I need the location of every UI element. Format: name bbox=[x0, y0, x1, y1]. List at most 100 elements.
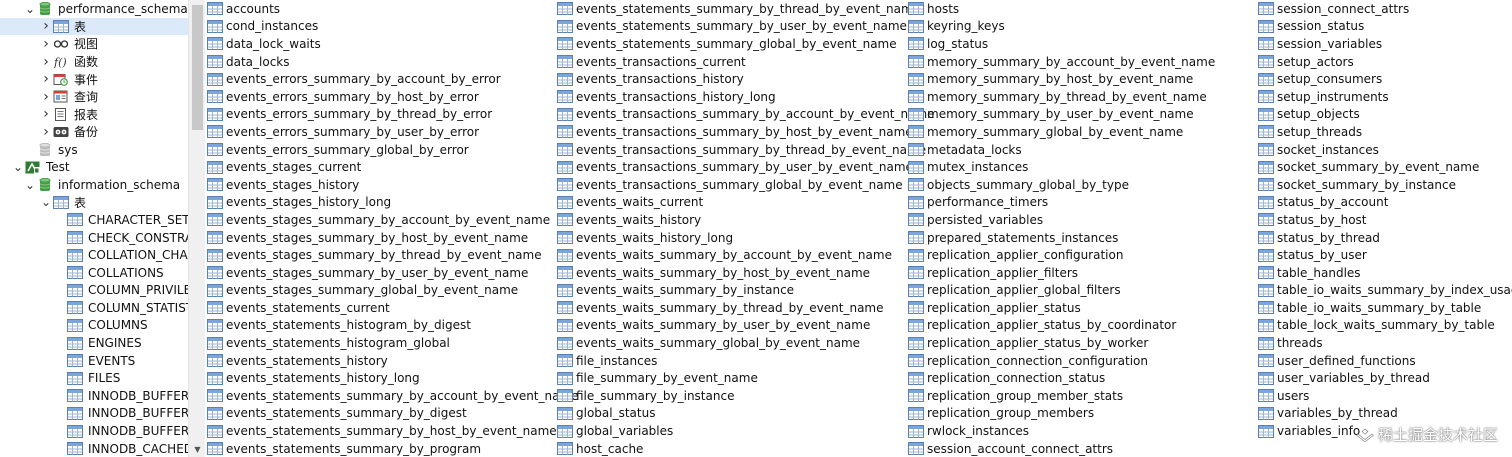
navigator-row-16[interactable]: COLUMN_PRIVILE bbox=[0, 282, 188, 300]
chevron-right-icon[interactable]: › bbox=[40, 89, 52, 105]
table-item[interactable]: memory_summary_by_thread_by_event_name bbox=[908, 88, 1215, 106]
navigator-row-20[interactable]: EVENTS bbox=[0, 352, 188, 370]
table-item[interactable]: events_waits_summary_by_instance bbox=[557, 282, 935, 300]
navigator-row-21[interactable]: FILES bbox=[0, 369, 188, 387]
table-item[interactable]: file_summary_by_instance bbox=[557, 387, 935, 405]
table-item[interactable]: log_status bbox=[908, 35, 1215, 53]
navigator-row-7[interactable]: › 备份 bbox=[0, 123, 188, 141]
table-item[interactable]: session_account_connect_attrs bbox=[908, 440, 1215, 457]
table-item[interactable]: events_statements_summary_by_thread_by_e… bbox=[557, 0, 935, 18]
table-item[interactable]: keyring_keys bbox=[908, 18, 1215, 36]
table-item[interactable]: replication_applier_filters bbox=[908, 264, 1215, 282]
table-item[interactable]: events_stages_summary_global_by_event_na… bbox=[207, 282, 579, 300]
navigator-row-8[interactable]: sys bbox=[0, 141, 188, 159]
navigator-row-13[interactable]: CHECK_CONSTRA bbox=[0, 229, 188, 247]
table-item[interactable]: table_io_waits_summary_by_index_usage bbox=[1258, 282, 1512, 300]
table-item[interactable]: file_summary_by_event_name bbox=[557, 369, 935, 387]
table-item[interactable]: events_waits_summary_by_user_by_event_na… bbox=[557, 317, 935, 335]
navigator-scrollbar[interactable]: ▼ bbox=[188, 0, 205, 457]
table-item[interactable]: memory_summary_by_host_by_event_name bbox=[908, 70, 1215, 88]
table-item[interactable]: events_stages_history bbox=[207, 176, 579, 194]
table-item[interactable]: socket_instances bbox=[1258, 141, 1512, 159]
table-item[interactable]: setup_objects bbox=[1258, 106, 1512, 124]
table-item[interactable]: events_waits_current bbox=[557, 194, 935, 212]
chevron-right-icon[interactable]: › bbox=[40, 36, 52, 52]
table-item[interactable]: events_waits_summary_by_host_by_event_na… bbox=[557, 264, 935, 282]
navigator-row-22[interactable]: INNODB_BUFFER_ bbox=[0, 387, 188, 405]
table-item[interactable]: events_stages_summary_by_user_by_event_n… bbox=[207, 264, 579, 282]
navigator-row-18[interactable]: COLUMNS bbox=[0, 317, 188, 335]
table-item[interactable]: replication_group_members bbox=[908, 405, 1215, 423]
navigator-row-11[interactable]: ⌄ 表 bbox=[0, 194, 188, 212]
chevron-right-icon[interactable]: › bbox=[40, 18, 52, 34]
navigator-row-24[interactable]: INNODB_BUFFER_ bbox=[0, 422, 188, 440]
table-item[interactable]: user_defined_functions bbox=[1258, 352, 1512, 370]
table-item[interactable]: mutex_instances bbox=[908, 158, 1215, 176]
table-item[interactable]: events_stages_history_long bbox=[207, 194, 579, 212]
table-item[interactable]: memory_summary_global_by_event_name bbox=[908, 123, 1215, 141]
table-item[interactable]: events_stages_summary_by_thread_by_event… bbox=[207, 246, 579, 264]
table-item[interactable]: data_locks bbox=[207, 53, 579, 71]
table-item[interactable]: events_statements_history_long bbox=[207, 369, 579, 387]
navigator-row-10[interactable]: ⌄ information_schema bbox=[0, 176, 188, 194]
chevron-down-icon[interactable]: ⌄ bbox=[40, 196, 52, 208]
table-item[interactable]: session_variables bbox=[1258, 35, 1512, 53]
table-item[interactable]: events_waits_history_long bbox=[557, 229, 935, 247]
table-item[interactable]: users bbox=[1258, 387, 1512, 405]
table-item[interactable]: events_transactions_history_long bbox=[557, 88, 935, 106]
table-item[interactable]: global_status bbox=[557, 405, 935, 423]
table-item[interactable]: setup_instruments bbox=[1258, 88, 1512, 106]
chevron-down-icon[interactable]: ⌄ bbox=[24, 3, 36, 15]
navigator-row-1[interactable]: › 表 bbox=[0, 17, 188, 36]
table-item[interactable]: session_status bbox=[1258, 18, 1512, 36]
navigator-row-19[interactable]: ENGINES bbox=[0, 334, 188, 352]
table-item[interactable]: events_statements_summary_by_host_by_eve… bbox=[207, 422, 579, 440]
table-item[interactable]: performance_timers bbox=[908, 194, 1215, 212]
table-item[interactable]: table_handles bbox=[1258, 264, 1512, 282]
table-item[interactable]: events_statements_summary_by_user_by_eve… bbox=[557, 18, 935, 36]
table-item[interactable]: variables_by_thread bbox=[1258, 405, 1512, 423]
table-item[interactable]: objects_summary_global_by_type bbox=[908, 176, 1215, 194]
table-item[interactable]: accounts bbox=[207, 0, 579, 18]
table-item[interactable]: session_connect_attrs bbox=[1258, 0, 1512, 18]
table-item[interactable]: events_transactions_summary_by_host_by_e… bbox=[557, 123, 935, 141]
table-item[interactable]: events_waits_history bbox=[557, 211, 935, 229]
navigator-row-0[interactable]: ⌄ performance_schema bbox=[0, 0, 188, 18]
table-item[interactable]: events_statements_histogram_global bbox=[207, 334, 579, 352]
table-item[interactable]: events_errors_summary_by_user_by_error bbox=[207, 123, 579, 141]
chevron-down-icon[interactable]: ⌄ bbox=[12, 161, 24, 173]
navigator-row-14[interactable]: COLLATION_CHAI bbox=[0, 246, 188, 264]
table-item[interactable]: cond_instances bbox=[207, 18, 579, 36]
scroll-down-arrow-icon[interactable]: ▼ bbox=[192, 445, 203, 455]
table-item[interactable]: replication_applier_configuration bbox=[908, 246, 1215, 264]
table-item[interactable]: hosts bbox=[908, 0, 1215, 18]
navigator-row-3[interactable]: › f() 函数 bbox=[0, 53, 188, 71]
navigator-row-2[interactable]: › 视图 bbox=[0, 35, 188, 53]
table-item[interactable]: setup_actors bbox=[1258, 53, 1512, 71]
table-item[interactable]: threads bbox=[1258, 334, 1512, 352]
navigator-scrollbar-thumb[interactable] bbox=[192, 5, 203, 130]
table-item[interactable]: setup_consumers bbox=[1258, 70, 1512, 88]
table-item[interactable]: events_transactions_history bbox=[557, 70, 935, 88]
chevron-right-icon[interactable]: › bbox=[40, 106, 52, 122]
table-item[interactable]: events_statements_history bbox=[207, 352, 579, 370]
table-item[interactable]: replication_connection_configuration bbox=[908, 352, 1215, 370]
table-item[interactable]: events_waits_summary_by_account_by_event… bbox=[557, 246, 935, 264]
table-item[interactable]: events_statements_summary_by_program bbox=[207, 440, 579, 457]
navigator-row-4[interactable]: › 事件 bbox=[0, 70, 188, 88]
table-item[interactable]: socket_summary_by_instance bbox=[1258, 176, 1512, 194]
table-item[interactable]: prepared_statements_instances bbox=[908, 229, 1215, 247]
navigator-row-12[interactable]: CHARACTER_SETS bbox=[0, 211, 188, 229]
table-item[interactable]: data_lock_waits bbox=[207, 35, 579, 53]
table-item[interactable]: events_errors_summary_by_host_by_error bbox=[207, 88, 579, 106]
table-item[interactable]: rwlock_instances bbox=[908, 422, 1215, 440]
table-item[interactable]: events_waits_summary_by_thread_by_event_… bbox=[557, 299, 935, 317]
table-item[interactable]: replication_applier_status bbox=[908, 299, 1215, 317]
table-item[interactable]: memory_summary_by_account_by_event_name bbox=[908, 53, 1215, 71]
navigator-row-15[interactable]: COLLATIONS bbox=[0, 264, 188, 282]
table-item[interactable]: events_transactions_summary_global_by_ev… bbox=[557, 176, 935, 194]
table-item[interactable]: table_lock_waits_summary_by_table bbox=[1258, 317, 1512, 335]
chevron-right-icon[interactable]: › bbox=[40, 54, 52, 70]
table-item[interactable]: user_variables_by_thread bbox=[1258, 369, 1512, 387]
table-item[interactable]: status_by_user bbox=[1258, 246, 1512, 264]
